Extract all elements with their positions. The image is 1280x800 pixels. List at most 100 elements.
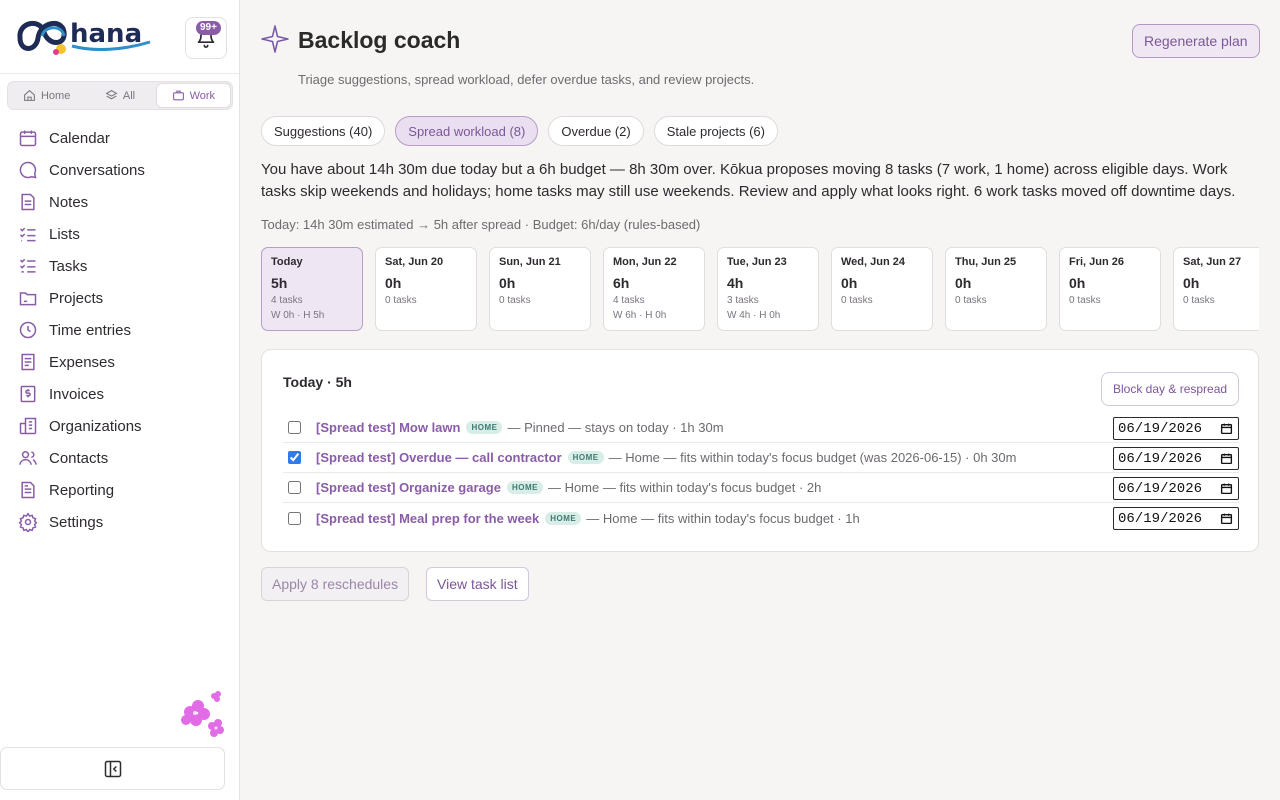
tab-spread-workload[interactable]: Spread workload (8) <box>395 116 539 146</box>
sidebar-item-label: Contacts <box>49 449 109 467</box>
day-card[interactable]: Sat, Jun 27 0h 0 tasks <box>1173 247 1259 331</box>
tab-suggestions[interactable]: Suggestions (40) <box>261 116 386 146</box>
tab-overdue[interactable]: Overdue (2) <box>548 116 644 146</box>
note-icon <box>21 193 35 211</box>
sidebar-item-label: Notes <box>49 193 89 211</box>
task-title[interactable]: [Spread test] Meal prep for the week <box>316 511 539 526</box>
day-hours: 0h <box>841 275 858 291</box>
day-name: Wed, Jun 24 <box>841 256 905 268</box>
date-input[interactable]: 06/19/2026 <box>1113 447 1239 470</box>
day-name: Sat, Jun 27 <box>1183 256 1242 268</box>
svg-text:hana: hana <box>70 19 142 49</box>
day-split: W 6h · H 0h <box>613 310 667 321</box>
day-task-count: 3 tasks <box>727 295 759 306</box>
task-row: [Spread test] Meal prep for the week HOM… <box>283 503 1239 533</box>
task-title[interactable]: [Spread test] Mow lawn <box>316 420 460 435</box>
calendar-picker-icon[interactable] <box>1220 482 1233 495</box>
date-input[interactable]: 06/19/2026 <box>1113 477 1239 500</box>
chat-icon <box>19 161 37 179</box>
day-hours: 5h <box>271 275 288 291</box>
sidebar-item-label: Reporting <box>49 481 115 499</box>
view-task-list-button[interactable]: View task list <box>426 567 529 601</box>
ohana-logo[interactable]: hana <box>14 12 154 62</box>
task-row: [Spread test] Organize garage HOME — Hom… <box>283 473 1239 503</box>
home-tag: HOME <box>506 481 543 494</box>
scope-work[interactable]: Work <box>156 84 230 107</box>
day-card[interactable]: Thu, Jun 25 0h 0 tasks <box>945 247 1047 331</box>
day-card[interactable]: Today 5h 4 tasks W 0h · H 5h <box>261 247 363 331</box>
sidebar-item-settings[interactable]: Settings <box>0 506 239 538</box>
sidebar-item-organizations[interactable]: Organizations <box>0 410 239 442</box>
sidebar-item-conversations[interactable]: Conversations <box>0 154 239 186</box>
day-hours: 4h <box>727 275 744 291</box>
day-name: Thu, Jun 25 <box>955 256 1017 268</box>
sidebar-item-invoices[interactable]: Invoices <box>0 378 239 410</box>
scope-work-label: Work <box>189 89 216 102</box>
task-title[interactable]: [Spread test] Overdue — call contractor <box>316 450 562 465</box>
task-checkbox[interactable] <box>288 451 301 464</box>
day-card[interactable]: Fri, Jun 26 0h 0 tasks <box>1059 247 1161 331</box>
main-content: Backlog coach Triage suggestions, spread… <box>240 0 1280 800</box>
day-task-count: 0 tasks <box>841 295 873 306</box>
day-card[interactable]: Sat, Jun 20 0h 0 tasks <box>375 247 477 331</box>
day-hours: 0h <box>385 275 402 291</box>
scope-switcher: Home All Work <box>7 81 233 110</box>
collapse-sidebar-button[interactable] <box>0 747 225 790</box>
sidebar-item-reporting[interactable]: Reporting <box>0 474 239 506</box>
scope-home[interactable]: Home <box>10 84 83 107</box>
day-hours: 6h <box>613 275 630 291</box>
home-tag: HOME <box>466 421 503 434</box>
task-list: [Spread test] Mow lawn HOME — Pinned — s… <box>283 413 1239 533</box>
sidebar-item-calendar[interactable]: Calendar <box>0 122 239 154</box>
day-task-count: 0 tasks <box>1069 295 1101 306</box>
task-checkbox[interactable] <box>288 511 301 525</box>
day-card[interactable]: Wed, Jun 24 0h 0 tasks <box>831 247 933 331</box>
task-checkbox[interactable] <box>288 481 301 494</box>
task-checkbox[interactable] <box>288 421 301 434</box>
date-input[interactable]: 06/19/2026 <box>1113 417 1239 440</box>
scope-all[interactable]: All <box>83 84 156 107</box>
date-value: 06/19/2026 <box>1118 450 1203 467</box>
day-split: W 0h · H 5h <box>271 310 325 321</box>
day-name: Today <box>271 256 303 268</box>
receipt-icon <box>21 353 35 371</box>
day-strip: Today 5h 4 tasks W 0h · H 5h Sat, Jun 20… <box>261 247 1259 333</box>
calendar-picker-icon[interactable] <box>1220 512 1233 525</box>
day-card[interactable]: Sun, Jun 21 0h 0 tasks <box>489 247 591 331</box>
sidebar-item-label: Expenses <box>49 353 115 371</box>
date-input[interactable]: 06/19/2026 <box>1113 507 1239 530</box>
task-note: — Home — fits within today's focus budge… <box>586 510 860 526</box>
day-card[interactable]: Mon, Jun 22 6h 4 tasks W 6h · H 0h <box>603 247 705 331</box>
tab-stale-projects[interactable]: Stale projects (6) <box>653 116 778 146</box>
sidebar-item-label: Projects <box>49 289 104 307</box>
tasks-icon <box>19 258 36 273</box>
sidebar-item-time-entries[interactable]: Time entries <box>0 314 239 346</box>
day-hours: 0h <box>1069 275 1086 291</box>
notifications-badge: 99+ <box>196 21 221 35</box>
day-task-count: 0 tasks <box>1183 295 1215 306</box>
apply-reschedules-button[interactable]: Apply 8 reschedules <box>261 567 410 601</box>
sidebar-item-projects[interactable]: Projects <box>0 282 239 314</box>
sidebar-item-expenses[interactable]: Expenses <box>0 346 239 378</box>
sidebar-item-label: Settings <box>49 513 104 531</box>
calendar-picker-icon[interactable] <box>1220 422 1233 435</box>
tab-bar: Suggestions (40) Spread workload (8) Ove… <box>261 116 778 146</box>
sidebar-item-notes[interactable]: Notes <box>0 186 239 218</box>
day-task-count: 4 tasks <box>613 295 645 306</box>
task-row: [Spread test] Overdue — call contractor … <box>283 443 1239 473</box>
regenerate-plan-button[interactable]: Regenerate plan <box>1132 24 1260 58</box>
task-title[interactable]: [Spread test] Organize garage <box>316 480 501 495</box>
sidebar-item-label: Lists <box>49 225 80 243</box>
day-name: Fri, Jun 26 <box>1069 256 1125 268</box>
calendar-picker-icon[interactable] <box>1220 452 1233 465</box>
sidebar-item-tasks[interactable]: Tasks <box>0 250 239 282</box>
sidebar-item-lists[interactable]: Lists <box>0 218 239 250</box>
page-title: Backlog coach <box>298 27 461 53</box>
sidebar-item-contacts[interactable]: Contacts <box>0 442 239 474</box>
sidebar-collapse-icon <box>104 760 121 777</box>
scope-home-label: Home <box>40 89 71 102</box>
task-note: — Home — fits within today's focus budge… <box>547 480 822 495</box>
block-day-respread-button[interactable]: Block day & respread <box>1101 372 1240 406</box>
day-card[interactable]: Tue, Jun 23 4h 3 tasks W 4h · H 0h <box>717 247 819 331</box>
sidebar-item-label: Calendar <box>49 129 110 147</box>
